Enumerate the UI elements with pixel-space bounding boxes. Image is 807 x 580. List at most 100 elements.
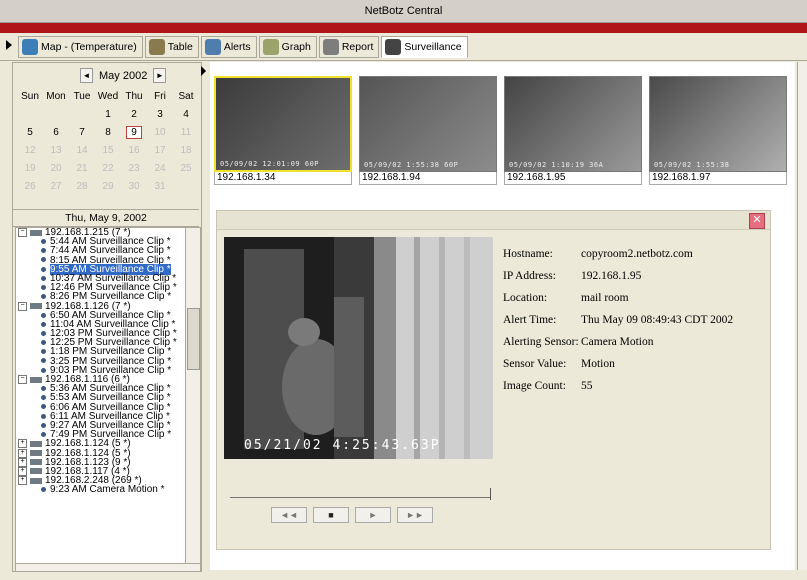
expand-icon[interactable]: + xyxy=(18,457,27,467)
calendar-day[interactable]: 28 xyxy=(69,177,95,195)
host-icon xyxy=(30,303,42,309)
calendar-day[interactable]: 12 xyxy=(17,141,43,159)
collapse-icon[interactable]: − xyxy=(18,375,27,384)
fast-forward-button[interactable]: ►► xyxy=(397,507,433,523)
tree-vertical-scrollbar[interactable] xyxy=(185,227,201,564)
calendar-day[interactable]: 10 xyxy=(147,123,173,141)
calendar-day[interactable]: 8 xyxy=(95,123,121,141)
play-button[interactable]: ► xyxy=(355,507,391,523)
calendar-day[interactable]: 9 xyxy=(121,123,147,141)
day-number: 24 xyxy=(154,162,166,174)
info-key: Hostname: xyxy=(503,248,553,260)
calendar-day[interactable]: 27 xyxy=(43,177,69,195)
calendar-day[interactable]: 17 xyxy=(147,141,173,159)
scroll-thumb[interactable] xyxy=(187,308,200,370)
calendar-day[interactable]: 18 xyxy=(173,141,199,159)
info-key: Location: xyxy=(503,292,548,304)
collapse-icon[interactable]: − xyxy=(18,228,27,237)
calendar-day[interactable]: 21 xyxy=(69,159,95,177)
info-key: IP Address: xyxy=(503,270,556,282)
calendar-day[interactable]: 20 xyxy=(43,159,69,177)
tab-label: Alerts xyxy=(223,41,251,53)
calendar-nav: ◄ May 2002 ► xyxy=(80,68,167,83)
host-icon xyxy=(30,229,42,236)
splitter-arrow-icon[interactable] xyxy=(201,66,206,76)
calendar-day[interactable]: 23 xyxy=(121,159,147,177)
camera-ip-label: 192.168.1.97 xyxy=(649,172,787,185)
calendar-day[interactable]: 24 xyxy=(147,159,173,177)
clip-bullet-icon xyxy=(41,284,46,290)
tab-surveillance[interactable]: Surveillance xyxy=(381,36,468,58)
expand-icon[interactable]: + xyxy=(18,476,27,486)
close-button[interactable]: ✕ xyxy=(749,213,765,229)
calendar-day[interactable]: 1 xyxy=(95,105,121,123)
calendar-day[interactable]: 30 xyxy=(121,177,147,195)
tab-table[interactable]: Table xyxy=(144,36,199,58)
info-value: 55 xyxy=(581,380,593,392)
calendar-day[interactable]: 22 xyxy=(95,159,121,177)
calendar-day[interactable]: 26 xyxy=(17,177,43,195)
month-name: May xyxy=(99,69,120,82)
rewind-button[interactable]: ◄◄ xyxy=(271,507,307,523)
calendar-day[interactable]: 2 xyxy=(121,105,147,123)
calendar-day[interactable]: 31 xyxy=(147,177,173,195)
calendar-day[interactable]: 3 xyxy=(147,105,173,123)
calendar-day xyxy=(43,105,69,123)
tree-item-label: 9:23 AM Camera Motion * xyxy=(50,484,165,496)
playback-slider[interactable] xyxy=(230,497,491,498)
camera-thumbnail[interactable]: 05/09/02 12:01:09 60P 192.168.1.34 xyxy=(214,76,352,188)
camera-thumbnail[interactable]: 05/09/02 1:10:19 36A 192.168.1.95 xyxy=(504,76,642,188)
calendar-day[interactable]: 14 xyxy=(69,141,95,159)
calendar-day[interactable]: 13 xyxy=(43,141,69,159)
tab-map-temperature[interactable]: Map - (Temperature) xyxy=(18,36,143,58)
collapse-icon[interactable]: − xyxy=(18,301,27,311)
info-key: Alert Time: xyxy=(503,314,557,326)
camera-snapshot: 05/09/02 12:01:09 60P xyxy=(214,76,352,172)
calendar-day[interactable]: 7 xyxy=(69,123,95,141)
toolbar-expand-arrow-icon[interactable] xyxy=(6,40,12,50)
tab-label: Surveillance xyxy=(404,41,462,53)
calendar-day[interactable]: 19 xyxy=(17,159,43,177)
slider-handle[interactable] xyxy=(490,488,491,500)
main-vertical-scrollbar[interactable] xyxy=(797,62,807,570)
prev-month-button[interactable]: ◄ xyxy=(80,68,93,83)
tree-horizontal-scrollbar[interactable] xyxy=(15,563,201,572)
selected-date-label: Thu, May 9, 2002 xyxy=(13,209,199,227)
calendar-day[interactable]: 5 xyxy=(17,123,43,141)
host-icon xyxy=(30,468,42,475)
day-number: 28 xyxy=(76,180,88,192)
clip-bullet-icon xyxy=(41,294,46,300)
tab-alerts[interactable]: Alerts xyxy=(200,36,257,58)
day-number: 9 xyxy=(126,125,142,139)
stop-button[interactable]: ■ xyxy=(313,507,349,523)
expand-icon[interactable]: + xyxy=(18,466,27,476)
calendar-day[interactable]: 11 xyxy=(173,123,199,141)
tab-report[interactable]: Report xyxy=(318,36,380,58)
next-month-button[interactable]: ► xyxy=(153,68,167,83)
calendar-day[interactable]: 6 xyxy=(43,123,69,141)
expand-icon[interactable]: + xyxy=(18,439,27,449)
expand-icon[interactable]: + xyxy=(18,448,27,458)
calendar-day[interactable]: 15 xyxy=(95,141,121,159)
calendar-day[interactable]: 16 xyxy=(121,141,147,159)
info-row: Sensor Value: Motion xyxy=(503,353,733,375)
snapshot-timestamp: 05/09/02 1:55:38 60P xyxy=(364,161,459,169)
tab-label: Table xyxy=(167,41,193,53)
alert-info: Hostname: copyroom2.netbotz.com IP Address… xyxy=(503,243,733,397)
camera-thumbnail[interactable]: 05/09/02 1:55:38 192.168.1.97 xyxy=(649,76,787,188)
camera-ip-label: 192.168.1.34 xyxy=(214,172,352,185)
tab-graph[interactable]: Graph xyxy=(258,36,317,58)
tree-clip-item[interactable]: 9:23 AM Camera Motion * xyxy=(16,484,186,496)
host-icon xyxy=(30,459,42,466)
info-row: Image Count: 55 xyxy=(503,375,733,397)
calendar-day[interactable]: 29 xyxy=(95,177,121,195)
calendar-day[interactable]: 4 xyxy=(173,105,199,123)
calendar-grid: Sun Mon Tue Wed Thu Fri Sat 1 2 3 4 5 6 7 8 9 10 11 12 13 14… xyxy=(17,87,199,195)
video-player[interactable]: 05/21/02 4:25:43.63P xyxy=(224,237,493,459)
clip-bullet-icon xyxy=(41,422,46,428)
camera-thumbnail[interactable]: 05/09/02 1:55:38 60P 192.168.1.94 xyxy=(359,76,497,188)
day-number: 7 xyxy=(79,126,85,138)
calendar-day[interactable]: 25 xyxy=(173,159,199,177)
video-timestamp: 05/21/02 4:25:43.63P xyxy=(244,438,441,453)
info-key: Sensor Value: xyxy=(503,358,567,370)
